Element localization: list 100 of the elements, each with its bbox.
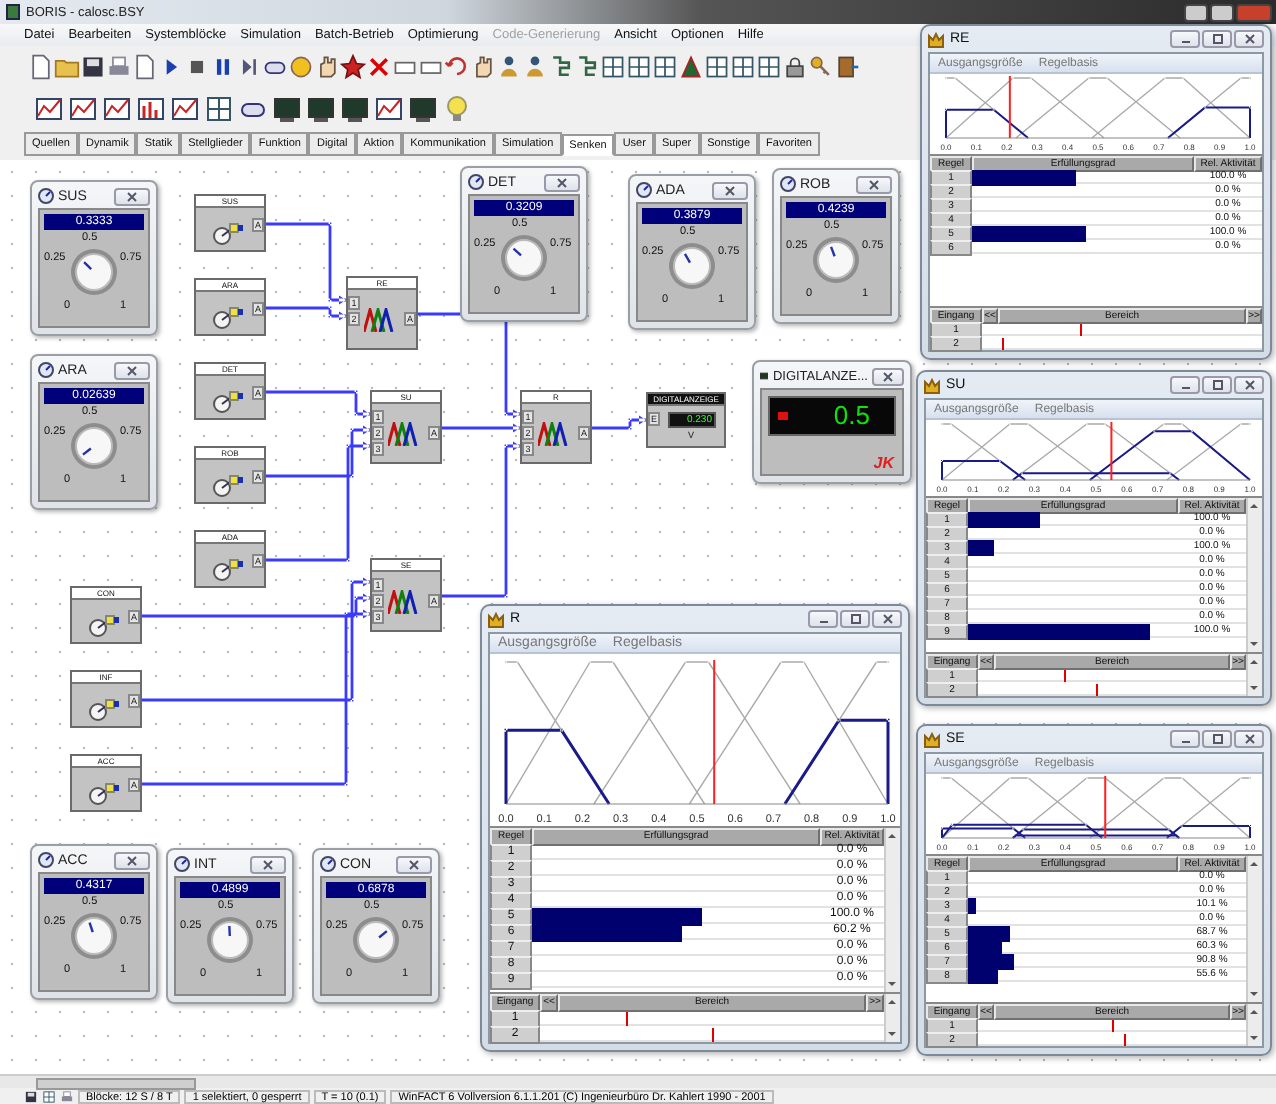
- close-button[interactable]: [1234, 730, 1264, 748]
- key-icon[interactable]: [808, 54, 834, 80]
- close-button[interactable]: [872, 610, 902, 628]
- lock-icon[interactable]: [782, 54, 808, 80]
- close-icon[interactable]: [408, 859, 420, 869]
- monitor-icon[interactable]: [272, 94, 302, 124]
- close-icon[interactable]: [1243, 380, 1255, 390]
- star-icon[interactable]: [340, 54, 366, 80]
- clock-icon[interactable]: [288, 54, 314, 80]
- maximize-button[interactable]: [1202, 30, 1232, 48]
- close-button[interactable]: [114, 851, 150, 869]
- gauge-plug-icon: [88, 782, 120, 806]
- knob[interactable]: [812, 236, 860, 284]
- gauge-plug-icon: [212, 306, 244, 330]
- minimize-button[interactable]: [1170, 730, 1200, 748]
- hand-icon[interactable]: [314, 54, 340, 80]
- chart-icon[interactable]: [374, 94, 404, 124]
- close-icon[interactable]: [882, 371, 894, 381]
- close-icon[interactable]: [881, 614, 893, 624]
- maximize-button[interactable]: [840, 610, 870, 628]
- person-icon[interactable]: [496, 54, 522, 80]
- crown-icon: [924, 377, 940, 393]
- close-icon[interactable]: [126, 191, 138, 201]
- rotate-icon[interactable]: [444, 54, 470, 80]
- figure-icon[interactable]: [678, 54, 704, 80]
- person-icon[interactable]: [522, 54, 548, 80]
- logo: JK: [873, 454, 894, 472]
- knob[interactable]: [352, 916, 400, 964]
- horizontal-scrollbar[interactable]: [0, 1074, 1276, 1088]
- close-icon[interactable]: [126, 855, 138, 865]
- door-icon[interactable]: [834, 54, 860, 80]
- maximize-icon[interactable]: [1211, 34, 1223, 44]
- grid-icon[interactable]: [756, 54, 782, 80]
- tree-icon[interactable]: [548, 54, 574, 80]
- scrollbar[interactable]: [1246, 498, 1262, 652]
- display-value: 0.5: [833, 402, 870, 430]
- maximize-button[interactable]: [1210, 3, 1234, 21]
- maximize-icon[interactable]: [849, 614, 861, 624]
- document-icon[interactable]: [28, 54, 54, 80]
- minimize-button[interactable]: [808, 610, 838, 628]
- minimize-button[interactable]: [1170, 30, 1200, 48]
- chart-icon[interactable]: [34, 94, 64, 124]
- close-icon[interactable]: [724, 185, 736, 195]
- knob[interactable]: [70, 422, 118, 470]
- grid-icon[interactable]: [730, 54, 756, 80]
- knob[interactable]: [500, 234, 548, 282]
- activation-bar: [968, 898, 977, 914]
- close-button[interactable]: [1234, 30, 1264, 48]
- output-curve: [945, 108, 1029, 139]
- close-icon[interactable]: [126, 365, 138, 375]
- minimize-button[interactable]: [1184, 3, 1208, 21]
- close-button[interactable]: [712, 181, 748, 199]
- scrollbar[interactable]: [884, 994, 900, 1042]
- knob[interactable]: [70, 248, 118, 296]
- maximize-icon[interactable]: [1211, 734, 1223, 744]
- crown-icon: [924, 731, 940, 747]
- monitor-icon[interactable]: [408, 94, 438, 124]
- close-button[interactable]: [1234, 376, 1264, 394]
- knob[interactable]: [668, 242, 716, 290]
- close-icon[interactable]: [1243, 34, 1255, 44]
- close-icon[interactable]: [868, 179, 880, 189]
- close-icon[interactable]: [556, 177, 568, 187]
- close-button[interactable]: [872, 367, 904, 385]
- maximize-button[interactable]: [1202, 730, 1232, 748]
- close-button[interactable]: [250, 855, 286, 873]
- grid-icon[interactable]: [204, 94, 234, 124]
- grid-icon[interactable]: [600, 54, 626, 80]
- chart-icon[interactable]: [68, 94, 98, 124]
- close-button[interactable]: [856, 175, 892, 193]
- maximize-button[interactable]: [1202, 376, 1232, 394]
- scrollbar[interactable]: [1246, 856, 1262, 1002]
- scrollbar[interactable]: [1246, 1004, 1262, 1046]
- monitor-icon[interactable]: [340, 94, 370, 124]
- scroll-thumb[interactable]: [36, 1078, 196, 1090]
- knob[interactable]: [70, 912, 118, 960]
- minimize-button[interactable]: [1170, 376, 1200, 394]
- chart-icon[interactable]: [102, 94, 132, 124]
- close-button[interactable]: [544, 173, 580, 191]
- grid-icon[interactable]: [626, 54, 652, 80]
- scrollbar[interactable]: [1246, 654, 1262, 696]
- monitor-icon[interactable]: [306, 94, 336, 124]
- grid-icon[interactable]: [704, 54, 730, 80]
- chart-icon[interactable]: [170, 94, 200, 124]
- close-icon[interactable]: [1243, 734, 1255, 744]
- cross-icon[interactable]: [366, 54, 392, 80]
- grid-icon[interactable]: [652, 54, 678, 80]
- tree-icon[interactable]: [574, 54, 600, 80]
- close-icon[interactable]: [262, 859, 274, 869]
- maximize-icon[interactable]: [1211, 380, 1223, 390]
- range-marker: [1064, 670, 1067, 682]
- close-button[interactable]: [396, 855, 432, 873]
- gauge-icon: [320, 856, 336, 872]
- scrollbar[interactable]: [884, 828, 900, 992]
- close-button[interactable]: [114, 187, 150, 205]
- hand-icon[interactable]: [470, 54, 496, 80]
- document-icon[interactable]: [132, 54, 158, 80]
- knob[interactable]: [206, 916, 254, 964]
- printer-icon[interactable]: [60, 1089, 74, 1103]
- close-button[interactable]: [114, 361, 150, 379]
- bar-chart-icon[interactable]: [136, 94, 166, 124]
